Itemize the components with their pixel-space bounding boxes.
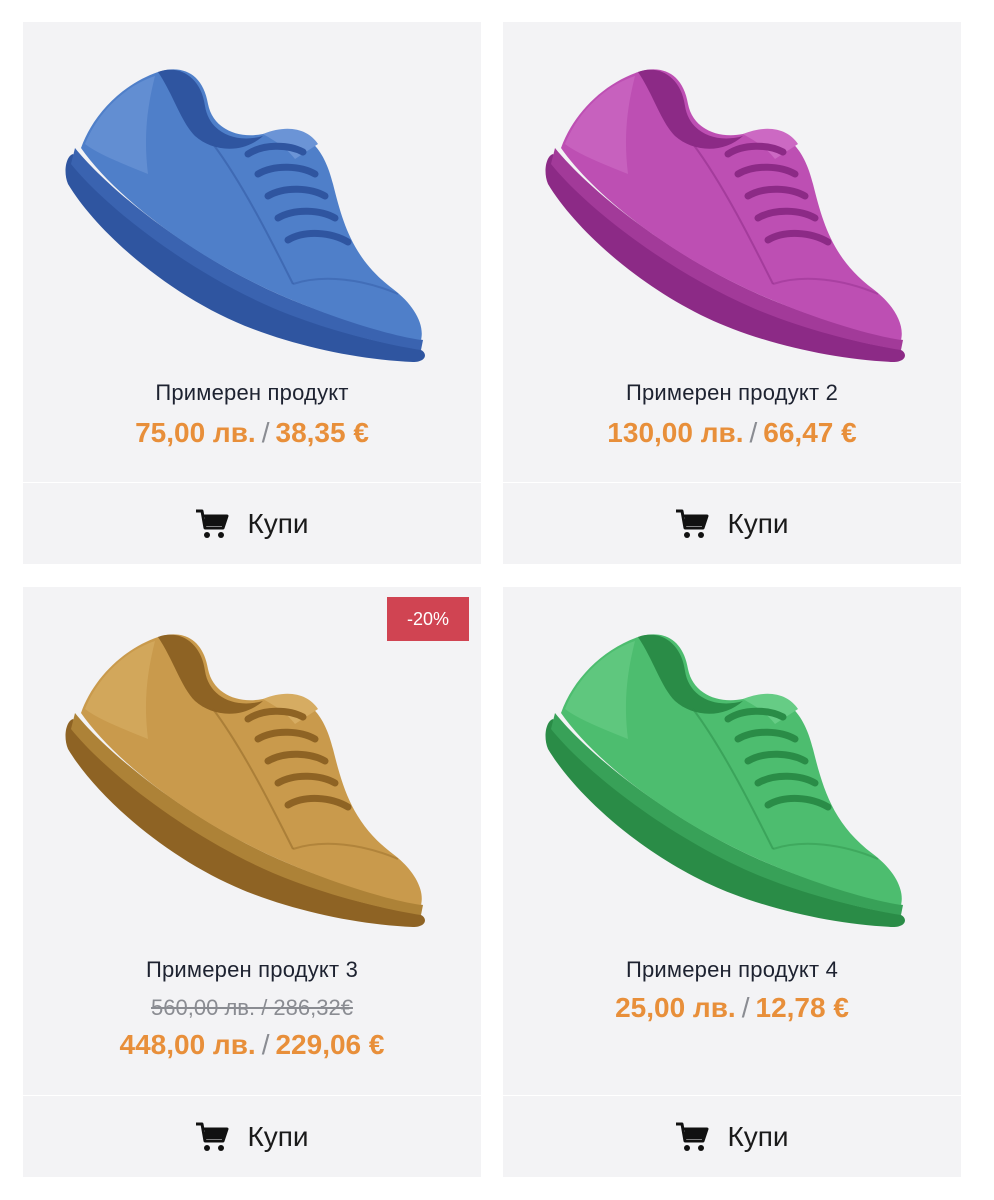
price-bgn: 75,00 лв. bbox=[135, 417, 256, 448]
cart-icon bbox=[675, 1121, 709, 1153]
product-image[interactable] bbox=[63, 44, 433, 364]
product-name[interactable]: Примерен продукт 3 bbox=[23, 957, 481, 983]
product-card: Примерен продукт 75,00 лв./38,35 € Купи bbox=[23, 22, 481, 564]
price-bgn: 448,00 лв. bbox=[119, 1029, 256, 1060]
product-price: 130,00 лв./66,47 € bbox=[503, 417, 961, 449]
buy-button[interactable]: Купи bbox=[23, 484, 481, 564]
price-bgn: 25,00 лв. bbox=[615, 992, 736, 1023]
buy-button-label: Купи bbox=[247, 1121, 309, 1152]
cart-icon bbox=[675, 508, 709, 540]
price-bgn: 130,00 лв. bbox=[607, 417, 744, 448]
product-name[interactable]: Примерен продукт bbox=[23, 380, 481, 406]
buy-button-label: Купи bbox=[727, 508, 789, 539]
product-card: Примерен продукт 2 130,00 лв./66,47 € Ку… bbox=[503, 22, 961, 564]
product-image[interactable] bbox=[543, 609, 913, 929]
divider bbox=[23, 482, 481, 483]
price-separator: / bbox=[741, 992, 750, 1023]
product-name[interactable]: Примерен продукт 4 bbox=[503, 957, 961, 983]
product-name[interactable]: Примерен продукт 2 bbox=[503, 380, 961, 406]
divider bbox=[503, 482, 961, 483]
old-price: 560,00 лв. / 286,32€ bbox=[151, 995, 353, 1020]
buy-button-label: Купи bbox=[727, 1121, 789, 1152]
divider bbox=[23, 1095, 481, 1096]
buy-button[interactable]: Купи bbox=[503, 1097, 961, 1177]
price-eur: 12,78 € bbox=[755, 992, 849, 1023]
product-price: 75,00 лв./38,35 € bbox=[23, 417, 481, 449]
product-price: 448,00 лв./229,06 € bbox=[23, 1029, 481, 1061]
cart-icon bbox=[195, 1121, 229, 1153]
product-card: Примерен продукт 4 25,00 лв./12,78 € Куп… bbox=[503, 587, 961, 1177]
price-separator: / bbox=[261, 1029, 270, 1060]
product-image[interactable] bbox=[543, 44, 913, 364]
product-grid: Примерен продукт 75,00 лв./38,35 € Купи … bbox=[0, 0, 994, 1200]
divider bbox=[503, 1095, 961, 1096]
buy-button[interactable]: Купи bbox=[23, 1097, 481, 1177]
price-eur: 38,35 € bbox=[275, 417, 369, 448]
price-separator: / bbox=[261, 417, 270, 448]
buy-button-label: Купи bbox=[247, 508, 309, 539]
product-image[interactable] bbox=[63, 609, 433, 929]
price-eur: 66,47 € bbox=[763, 417, 857, 448]
product-price: 25,00 лв./12,78 € bbox=[503, 992, 961, 1024]
price-separator: / bbox=[749, 417, 758, 448]
product-card: -20% Примерен продукт 3 560,00 лв. / 286… bbox=[23, 587, 481, 1177]
cart-icon bbox=[195, 508, 229, 540]
buy-button[interactable]: Купи bbox=[503, 484, 961, 564]
price-eur: 229,06 € bbox=[275, 1029, 385, 1060]
